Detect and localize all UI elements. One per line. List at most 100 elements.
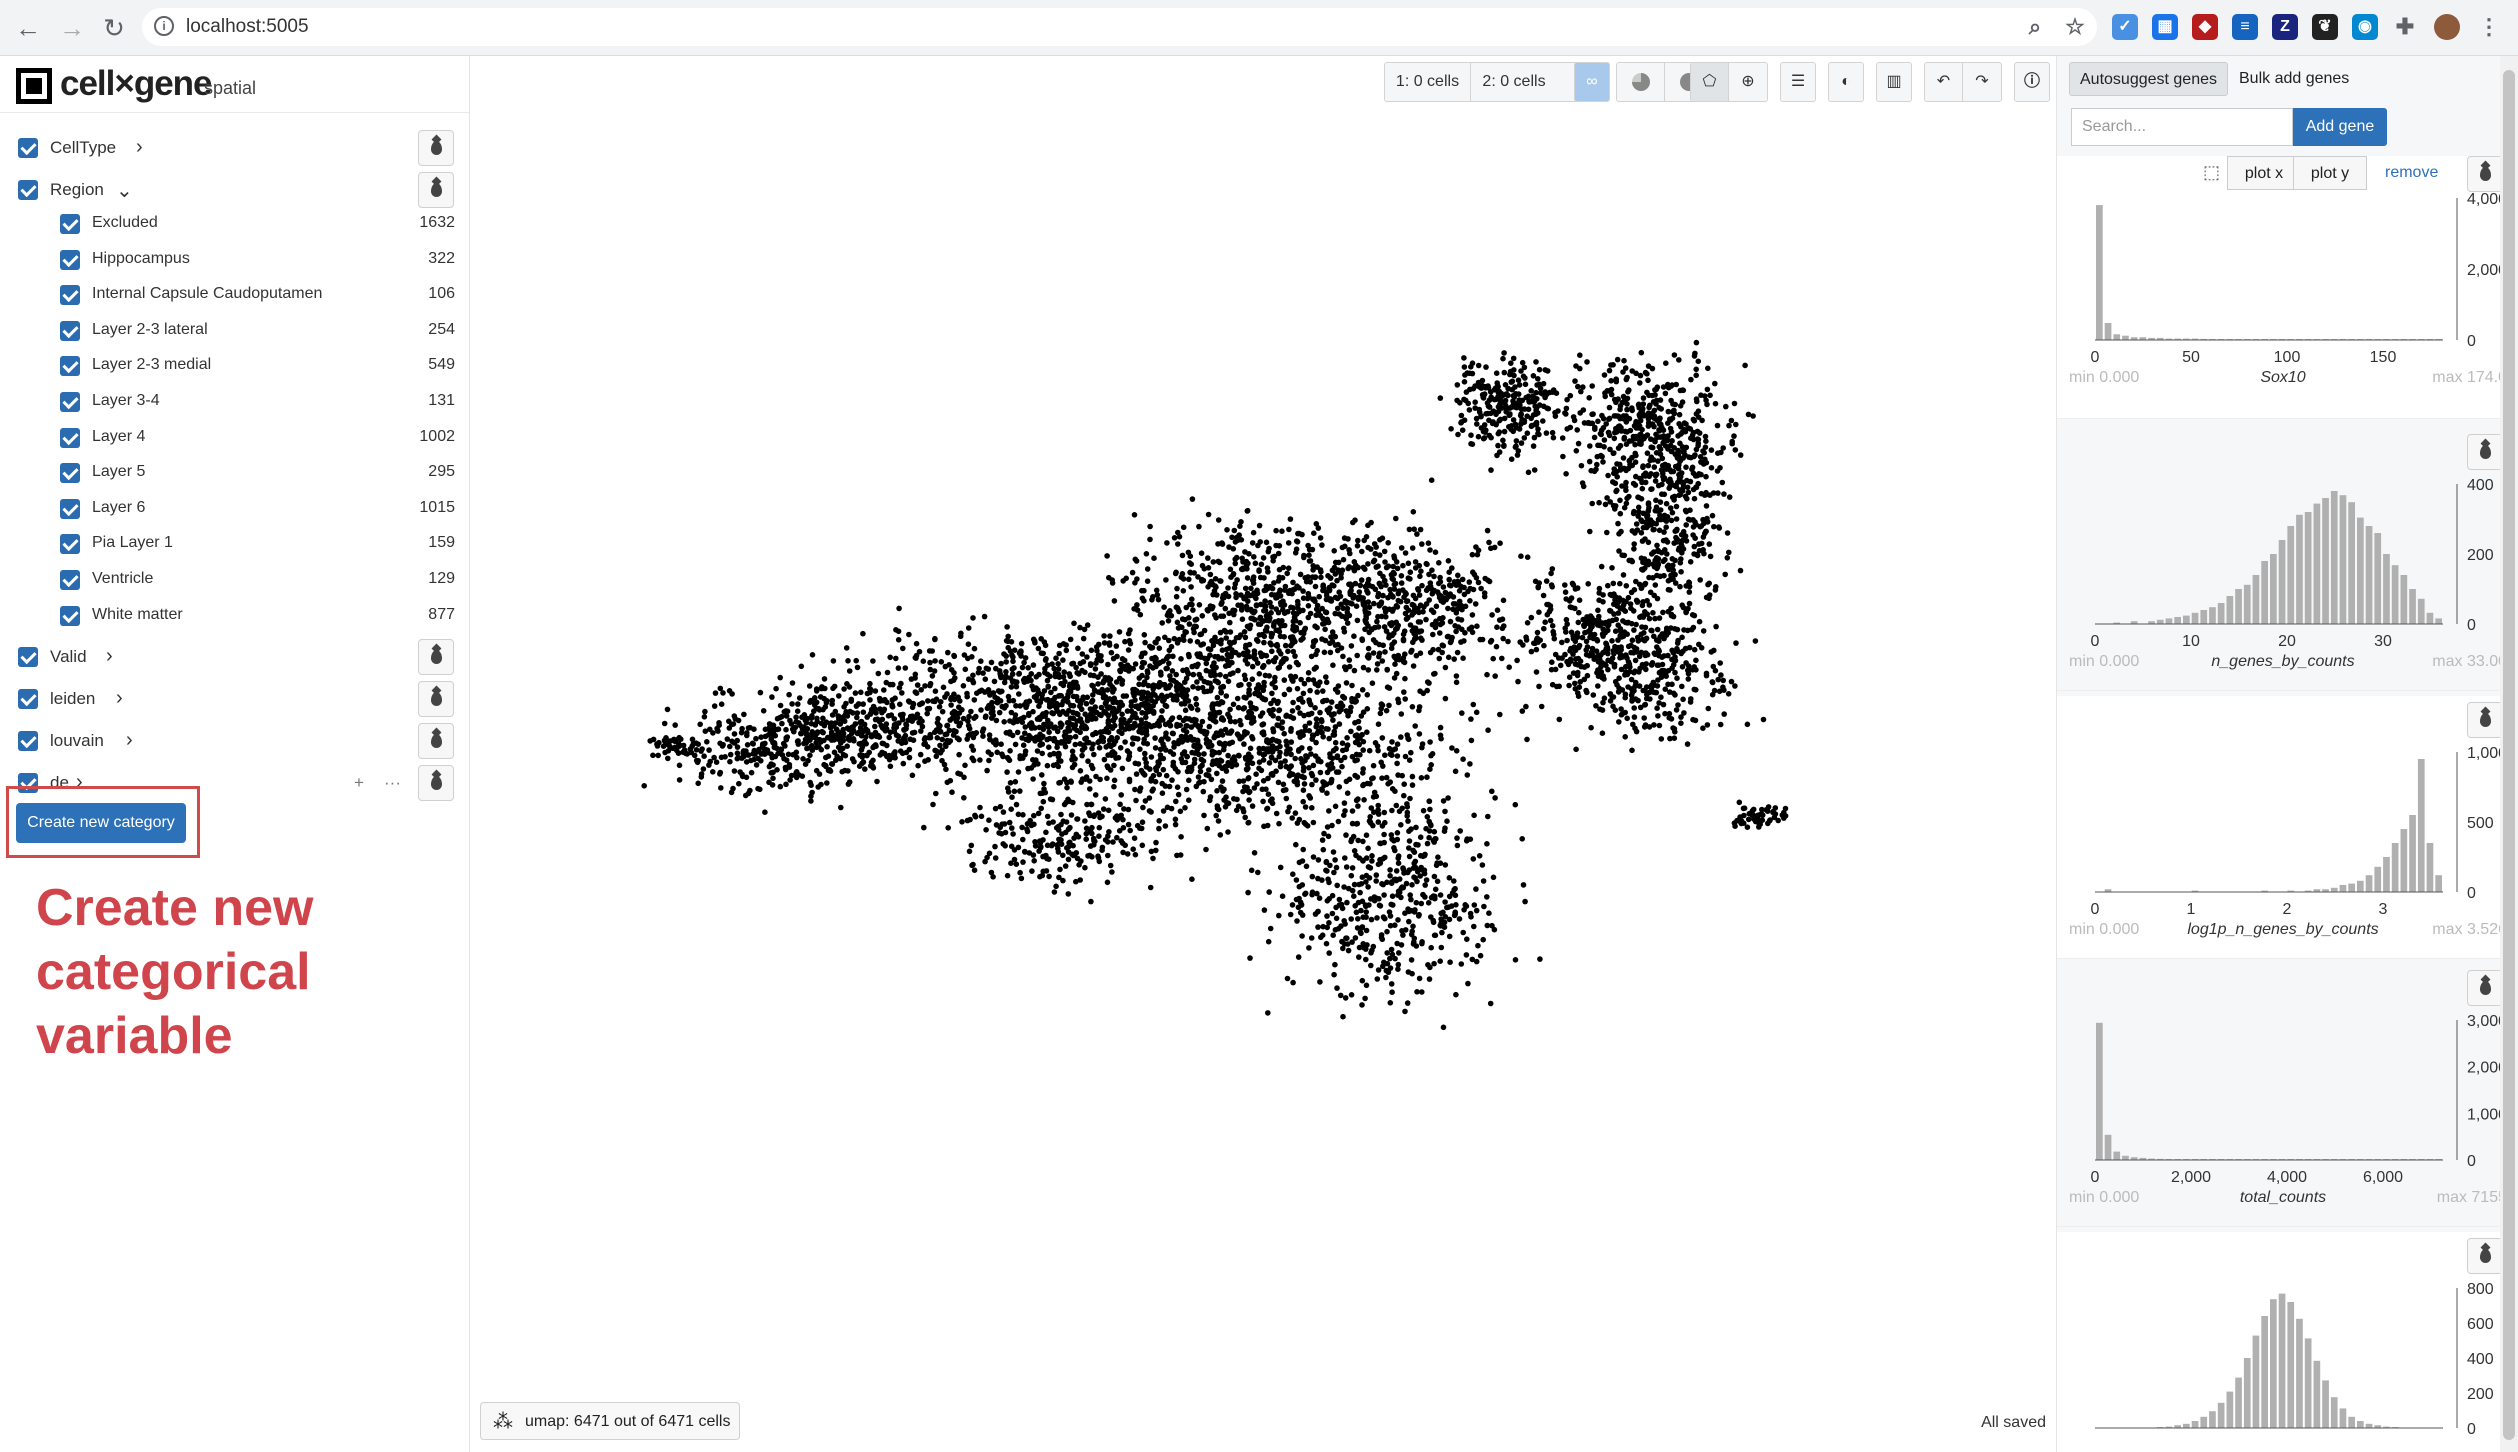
cell-point — [1712, 400, 1719, 407]
chevron-icon[interactable]: › — [126, 729, 133, 752]
category-value-checkbox[interactable] — [60, 392, 80, 412]
category-name[interactable]: Valid — [50, 647, 87, 667]
category-name[interactable]: Region — [50, 180, 104, 200]
cellset-2-button[interactable]: 2: 0 cells — [1471, 63, 1557, 101]
color-toggle[interactable]: ◐ — [1828, 62, 1864, 102]
umap-scatter-plot[interactable] — [630, 276, 1830, 1276]
category-value-checkbox[interactable] — [60, 214, 80, 234]
cell-point — [1142, 750, 1148, 757]
ext-z-icon[interactable]: Z — [2272, 14, 2298, 40]
category-name[interactable]: CellType — [50, 138, 116, 158]
cell-point — [1622, 365, 1629, 371]
chevron-icon[interactable]: ⌄ — [116, 178, 133, 203]
color-by-button[interactable] — [418, 172, 454, 208]
address-bar[interactable]: i localhost:5005 — [142, 8, 2097, 46]
link-toggle[interactable]: ∞ — [1574, 62, 1610, 102]
redo-icon[interactable]: ↷ — [1963, 63, 2001, 101]
puzzle-icon[interactable]: ✚ — [2392, 14, 2418, 40]
chevron-icon[interactable]: › — [136, 136, 143, 159]
cell-point — [1109, 580, 1116, 586]
category-value-checkbox[interactable] — [60, 605, 80, 626]
lasso-icon[interactable]: ⬠ — [1691, 63, 1729, 101]
cell-point — [1180, 667, 1186, 674]
cell-point — [1398, 545, 1405, 551]
cell-point — [1095, 681, 1101, 687]
cell-point — [1456, 916, 1463, 922]
category-value-checkbox[interactable] — [60, 249, 80, 270]
category-checkbox[interactable] — [18, 180, 38, 200]
ext-grid-icon[interactable]: ▦ — [2152, 14, 2178, 40]
zoom-icon[interactable]: ⌕ — [2022, 14, 2048, 40]
zoom-icon[interactable]: ⊕ — [1729, 63, 1767, 101]
forward-icon[interactable]: → — [58, 14, 86, 42]
cell-point — [1388, 901, 1394, 908]
create-new-category-button[interactable]: Create new category — [16, 803, 186, 843]
cell-point — [1048, 689, 1054, 696]
cellset-1-button[interactable]: 1: 0 cells — [1385, 63, 1471, 101]
category-checkbox[interactable] — [18, 647, 38, 668]
ext-leaf-icon[interactable]: ❦ — [2312, 14, 2338, 40]
category-value-checkbox[interactable] — [60, 463, 80, 484]
menu-icon[interactable]: ⋮ — [2476, 14, 2502, 40]
cell-point — [1224, 799, 1230, 806]
cell-point — [1334, 754, 1340, 761]
list-toggle[interactable]: ☰ — [1780, 62, 1816, 102]
cell-point — [1191, 570, 1197, 576]
reload-icon[interactable]: ↻ — [100, 14, 128, 42]
cell-point — [1413, 652, 1420, 659]
category-value-checkbox[interactable] — [60, 534, 80, 555]
color-by-button[interactable] — [418, 130, 454, 166]
cell-point — [780, 740, 787, 747]
cell-point — [1416, 731, 1423, 737]
chevron-icon[interactable]: › — [116, 687, 123, 710]
profile-avatar[interactable]: ● — [2434, 14, 2460, 40]
cell-point — [818, 781, 824, 788]
cell-point — [1244, 714, 1251, 721]
ext-globe-icon[interactable]: ◉ — [2352, 14, 2378, 40]
site-info-icon[interactable]: i — [154, 16, 174, 36]
category-name[interactable]: louvain — [50, 731, 104, 751]
category-value-checkbox[interactable] — [60, 427, 80, 448]
cell-point — [1380, 642, 1386, 649]
ext-doc-icon[interactable]: ≡ — [2232, 14, 2258, 40]
pie-icon[interactable] — [1617, 63, 1665, 101]
color-by-button[interactable] — [418, 639, 454, 676]
category-name[interactable]: leiden — [50, 689, 95, 709]
category-checkbox[interactable] — [18, 689, 38, 710]
category-value-checkbox[interactable] — [60, 498, 80, 519]
cell-point — [1395, 772, 1401, 778]
cell-point — [1012, 741, 1019, 748]
cell-point — [1288, 739, 1295, 745]
cell-point — [1731, 433, 1737, 439]
category-checkbox[interactable] — [18, 138, 38, 158]
cell-point — [730, 785, 736, 792]
category-value-checkbox[interactable] — [60, 285, 80, 306]
category-add-icon[interactable]: + — [354, 773, 364, 793]
color-by-button[interactable] — [418, 681, 454, 718]
cell-point — [978, 658, 984, 664]
color-by-button[interactable] — [418, 765, 454, 802]
category-value-checkbox[interactable] — [60, 320, 80, 341]
category-more-icon[interactable]: ··· — [384, 773, 401, 793]
chevron-icon[interactable]: › — [106, 645, 113, 668]
undo-icon[interactable]: ↶ — [1925, 63, 1963, 101]
cell-point — [774, 767, 780, 773]
ext-shield-icon[interactable]: ◆ — [2192, 14, 2218, 40]
cell-point — [1385, 540, 1391, 546]
category-checkbox[interactable] — [18, 731, 38, 752]
cell-point — [1295, 661, 1301, 668]
back-icon[interactable]: ← — [14, 14, 42, 42]
category-value-checkbox[interactable] — [60, 570, 80, 590]
cell-point — [1105, 712, 1112, 719]
info-button[interactable]: ⓘ — [2014, 62, 2050, 102]
color-by-button[interactable] — [418, 723, 454, 760]
graph-area[interactable]: 1: 0 cells 2: 0 cells ∞ ⬠ ⊕ ☰ ◐ ▥ ↶ ↷ ⓘ … — [470, 56, 2056, 1452]
ext-blue-icon[interactable]: ✓ — [2112, 14, 2138, 40]
category-value-checkbox[interactable] — [60, 356, 80, 377]
cell-point — [906, 631, 912, 638]
cell-point — [1340, 693, 1346, 700]
stats-toggle[interactable]: ▥ — [1876, 62, 1912, 102]
cell-point — [777, 783, 784, 790]
cell-point — [1141, 740, 1147, 746]
star-icon[interactable]: ☆ — [2062, 14, 2088, 40]
